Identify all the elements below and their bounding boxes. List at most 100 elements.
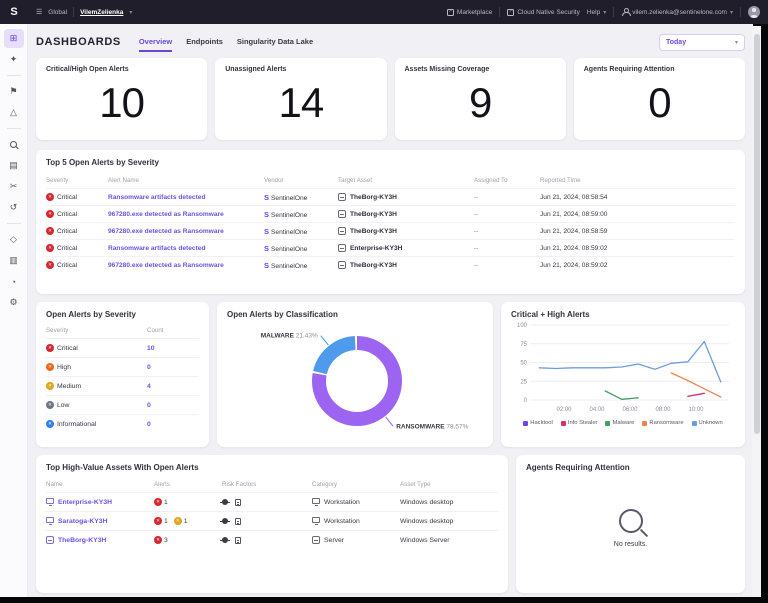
column-header[interactable]: Reported Time [540,177,735,184]
table-row[interactable]: ✕ Critical Ransomware artifacts detected… [46,188,735,205]
column-header[interactable]: Alert Name [108,177,256,184]
avatar[interactable] [748,6,760,18]
stat-card[interactable]: Unassigned Alerts 14 [215,58,387,140]
asset-name-link[interactable]: Saratoga-KY3H [46,517,148,525]
sidebar-item-explore[interactable]: ✦ [4,50,24,69]
assigned-to-cell: -- [474,244,479,252]
column-header[interactable]: Name [46,481,148,488]
asset-name-link[interactable]: Enterprise-KY3H [46,498,148,506]
target-asset-link[interactable]: TheBorg-KY3H [338,227,466,235]
time-filter-dropdown[interactable]: Today ▾ [659,33,745,51]
sentinelone-logo-icon[interactable]: S [0,0,28,24]
column-header[interactable]: Severity [46,327,147,334]
severity-label: Informational [57,420,97,428]
table-row[interactable]: ✕ Critical 967280.exe detected as Ransom… [46,256,735,273]
scope-global-label[interactable]: Global [48,9,67,16]
target-asset-link[interactable]: Enterprise-KY3H [338,244,466,252]
server-icon [338,261,346,269]
asset-type-cell: Windows Server [400,536,450,544]
count-link[interactable]: 4 [147,383,199,390]
legend-item[interactable]: Hacktool [523,420,553,426]
severity-icon: ✕ [173,517,182,525]
vendor-label: SentinelOne [271,245,308,253]
sidebar-item-automation[interactable]: ✂ [4,177,24,196]
table-row[interactable]: ✕ Critical 967280.exe detected as Ransom… [46,222,735,239]
panel-title: Open Alerts by Severity [46,310,136,319]
table-row[interactable]: Saratoga-KY3H ✕ 1 ✕ 1 Workstation Window… [46,511,498,530]
line-chart-svg: 0 25 50 75 100 02:00 04:00 06:00 08:00 10:00 [517,323,729,413]
chevron-down-icon[interactable]: ▾ [129,9,132,16]
assigned-to-cell: -- [474,210,479,218]
alert-name-link[interactable]: Ransomware artifacts detected [108,245,256,252]
donut-chart[interactable]: RANSOMWARE 78.57% MALWARE 21.43% [227,319,483,438]
docs-icon: ▥ [9,255,18,265]
column-header[interactable]: Risk Factors [222,481,306,488]
low-severity-icon: ✕ [46,401,54,409]
alert-name-link[interactable]: 967280.exe detected as Ransomware [108,262,256,269]
alert-name-link[interactable]: 967280.exe detected as Ransomware [108,228,256,235]
table-row[interactable]: TheBorg-KY3H ✕ 3 Server Windows Server [46,530,498,549]
column-header[interactable]: Target Asset [338,177,466,184]
target-asset-link[interactable]: TheBorg-KY3H [338,193,466,201]
legend-item[interactable]: Ransomware [642,420,684,426]
line-chart[interactable]: 0 25 50 75 100 02:00 04:00 06:00 08:00 10:00 [511,319,735,418]
sidebar-item-events[interactable]: ▤ [4,156,24,175]
sidebar-item-assets[interactable]: ◇ [4,230,24,249]
assigned-to-cell: -- [474,227,479,235]
tab-singularity-data-lake[interactable]: Singularity Data Lake [237,32,313,52]
severity-cell: ✕ Critical [46,227,100,235]
count-link[interactable]: 10 [147,345,199,352]
tab-endpoints[interactable]: Endpoints [186,32,223,52]
count-link[interactable]: 0 [147,402,199,409]
vertical-scrollbar[interactable] [752,26,761,597]
alert-name-link[interactable]: Ransomware artifacts detected [108,194,256,201]
sidebar-item-incidents[interactable]: ⚑ [4,82,24,101]
table-row[interactable]: Enterprise-KY3H ✕ 1 Workstation Windows … [46,492,498,511]
column-header[interactable]: Severity [46,177,100,184]
scope-name-link[interactable]: VilemZelienka [80,9,123,16]
asset-name-link[interactable]: TheBorg-KY3H [46,536,148,544]
server-icon [312,536,320,544]
sidebar-item-settings[interactable]: ⚙ [4,293,24,312]
legend-item[interactable]: Unknown [691,420,723,426]
marketplace-button[interactable]: Marketplace [446,8,492,16]
sidebar-divider [6,75,21,76]
alert-name-link[interactable]: 967280.exe detected as Ransomware [108,211,256,218]
stat-card[interactable]: Critical/High Open Alerts 10 [36,58,208,140]
column-header[interactable]: Count [147,327,199,334]
sidebar-item-activity[interactable]: ↺ [4,198,24,217]
severity-cell: ✕ Critical [46,261,100,269]
target-asset-link[interactable]: TheBorg-KY3H [338,210,466,218]
legend-item[interactable]: Malware [605,420,634,426]
column-header[interactable]: Alerts [154,481,216,488]
sidebar-item-alerts[interactable]: △ [4,103,24,122]
sidebar-item-reports[interactable]: ◔ [4,272,24,291]
table-row[interactable]: ✕ Critical 967280.exe detected as Ransom… [46,205,735,222]
table-row[interactable]: ✕ Critical Ransomware artifacts detected… [46,239,735,256]
stat-label: Assets Missing Coverage [404,66,490,73]
scrollbar-thumb[interactable] [753,34,760,434]
column-header[interactable]: Vendor [264,177,330,184]
user-menu[interactable]: vilem.zelienka@sentinelone.com ▾ [621,8,733,16]
vendor-cell: S SentinelOne [264,261,330,270]
asset-label: Enterprise-KY3H [350,244,403,252]
stat-card[interactable]: Assets Missing Coverage 9 [394,58,566,140]
count-link[interactable]: 0 [147,364,199,371]
stat-card[interactable]: Agents Requiring Attention 0 [573,58,745,140]
severity-label: Critical [57,244,78,252]
column-header[interactable]: Category [312,481,394,488]
table-body: ✕ Critical Ransomware artifacts detected… [46,188,735,273]
help-menu[interactable]: Help ▾ [587,9,606,16]
cloud-native-security-button[interactable]: Cloud Native Security [507,8,580,16]
chevron-down-icon: ▾ [734,39,738,46]
column-header[interactable]: Assigned To [474,177,532,184]
column-header[interactable]: Asset Type [400,481,498,488]
person-icon [621,8,631,16]
target-asset-link[interactable]: TheBorg-KY3H [338,261,466,269]
sidebar-item-search[interactable] [4,135,24,154]
legend-item[interactable]: Info Stealer [560,420,597,426]
sidebar-item-dashboards[interactable]: ⊞ [3,29,24,48]
sidebar-item-docs[interactable]: ▥ [4,251,24,270]
count-link[interactable]: 0 [147,421,199,428]
tab-overview[interactable]: Overview [138,32,173,52]
